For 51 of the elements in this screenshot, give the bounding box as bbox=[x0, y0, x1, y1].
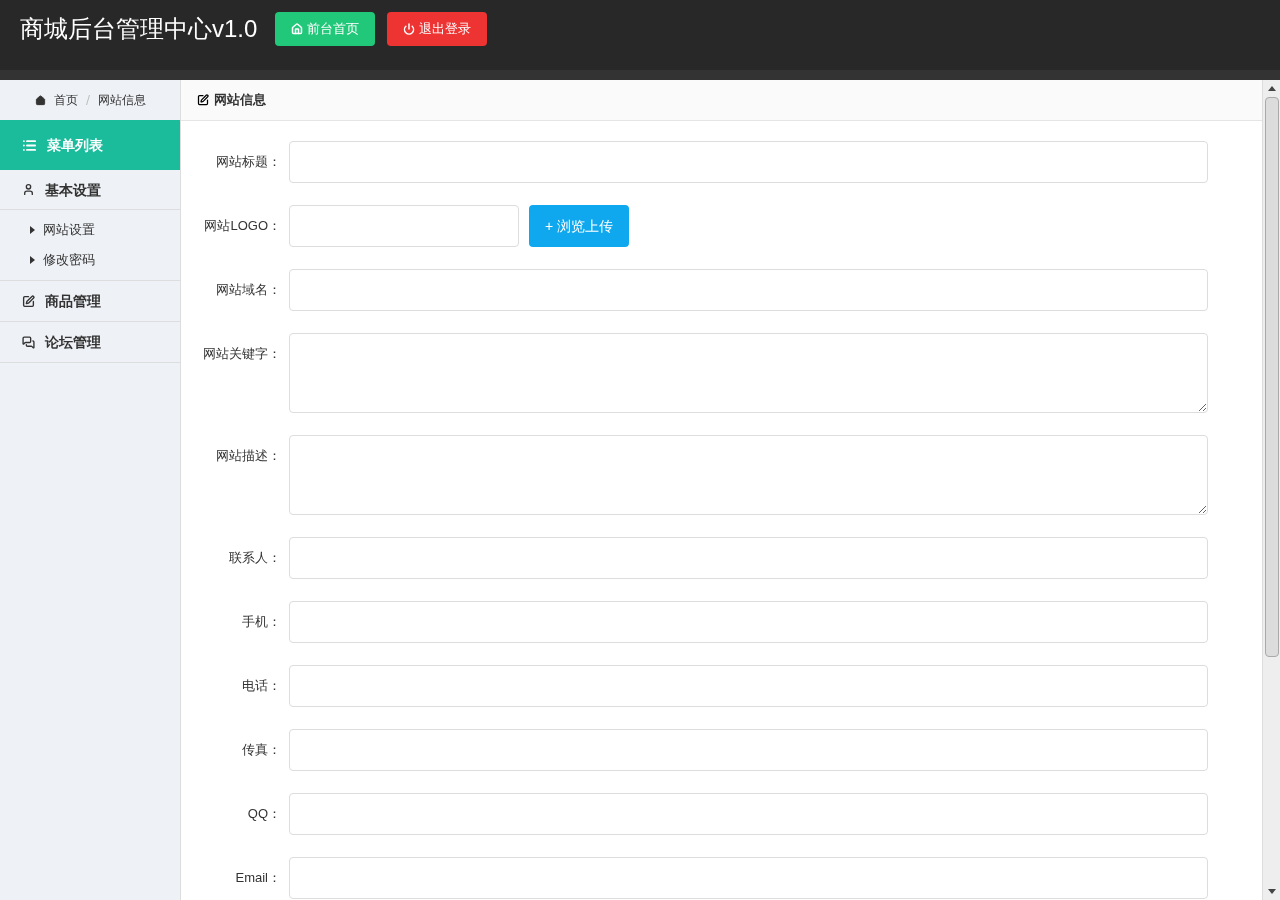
text-field[interactable] bbox=[289, 857, 1208, 899]
breadcrumb-link[interactable]: 首页 bbox=[53, 91, 78, 109]
menu-heading-text: 菜单列表 bbox=[47, 136, 103, 155]
menu-item[interactable]: 修改密码 bbox=[0, 245, 180, 275]
home-icon bbox=[34, 94, 46, 106]
user-icon bbox=[22, 183, 35, 196]
text-field[interactable] bbox=[289, 601, 1208, 643]
text-field[interactable] bbox=[289, 141, 1208, 183]
field-label: 网站关键字： bbox=[202, 345, 282, 363]
text-field[interactable] bbox=[289, 269, 1208, 311]
text-area[interactable] bbox=[289, 333, 1208, 413]
field-label: 网站LOGO： bbox=[203, 217, 282, 235]
text-field[interactable] bbox=[289, 729, 1208, 771]
separator-icon bbox=[85, 95, 90, 105]
text-field[interactable] bbox=[289, 665, 1208, 707]
field-label: 网站描述： bbox=[215, 447, 282, 465]
menu-group-label: 基本设置 bbox=[45, 180, 101, 200]
up-arrow-icon bbox=[1267, 86, 1276, 91]
chat-icon bbox=[22, 335, 35, 349]
down-arrow-icon bbox=[1267, 889, 1276, 894]
breadcrumb-current: 网站信息 bbox=[97, 92, 146, 109]
field-label: 电话： bbox=[241, 677, 282, 695]
caret-icon bbox=[30, 226, 35, 234]
app-title: 商城后台管理中心v1.0 bbox=[20, 14, 258, 44]
field-label: 网站标题： bbox=[215, 153, 282, 171]
field-label: 传真： bbox=[241, 741, 282, 759]
text-field[interactable] bbox=[289, 205, 519, 247]
caret-icon bbox=[30, 256, 35, 264]
menu-group-label: 论坛管理 bbox=[45, 333, 101, 352]
scrollbar-thumb[interactable] bbox=[1264, 97, 1279, 657]
menu-item[interactable]: 网站设置 bbox=[0, 215, 180, 245]
text-field[interactable] bbox=[289, 793, 1208, 835]
power-icon bbox=[403, 23, 416, 35]
field-label: Email： bbox=[234, 869, 282, 887]
menu-group-label: 商品管理 bbox=[45, 292, 101, 311]
edit-icon bbox=[22, 294, 35, 308]
menu-group[interactable]: 商品管理 bbox=[0, 281, 180, 321]
panel-title: 网站信息 bbox=[214, 91, 266, 110]
edit-icon bbox=[197, 94, 209, 106]
logout-button[interactable]: 退出登录 bbox=[387, 12, 488, 46]
text-field[interactable] bbox=[289, 537, 1208, 579]
field-label: 手机： bbox=[241, 613, 282, 631]
text-area[interactable] bbox=[289, 435, 1208, 515]
field-label: 网站域名： bbox=[215, 281, 282, 299]
menu-group[interactable]: 基本设置 bbox=[0, 170, 180, 210]
scrollbar[interactable] bbox=[1262, 80, 1280, 900]
field-label: QQ： bbox=[246, 805, 282, 823]
list-icon bbox=[22, 137, 37, 153]
menu-group[interactable]: 论坛管理 bbox=[0, 322, 180, 362]
home-icon bbox=[291, 23, 304, 35]
field-label: 联系人： bbox=[228, 549, 282, 567]
